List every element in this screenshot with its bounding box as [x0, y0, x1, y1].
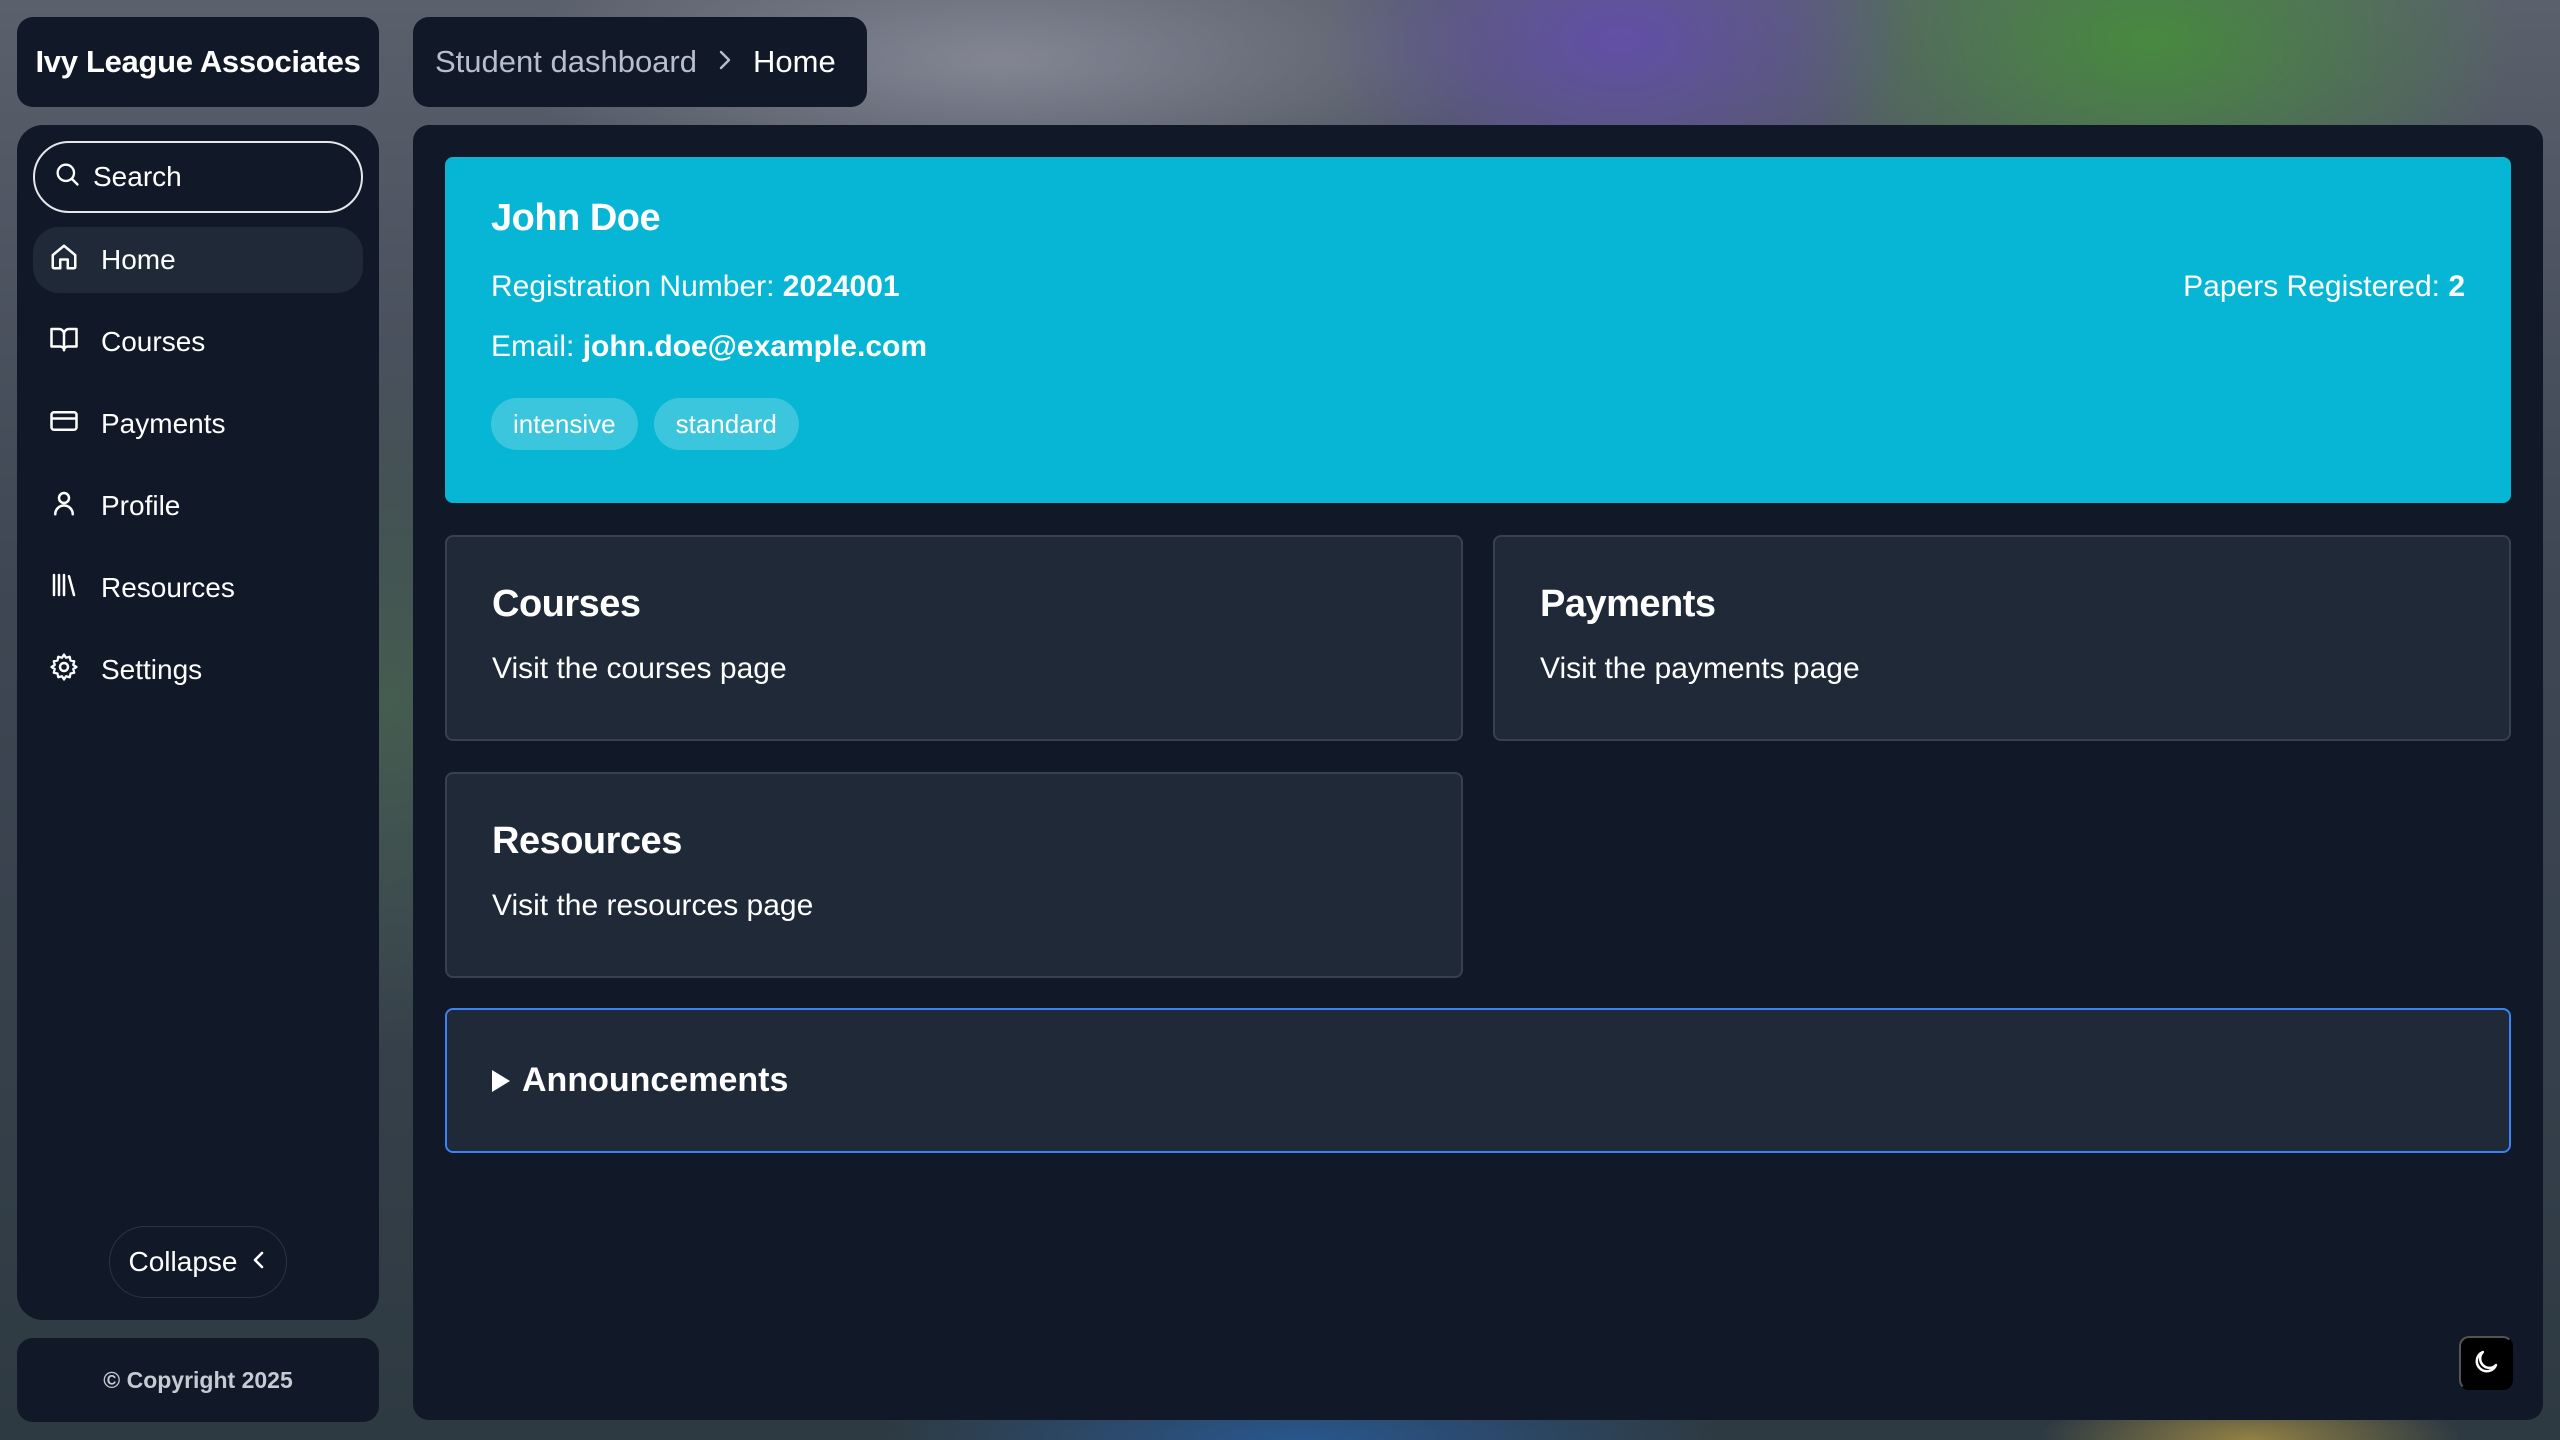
- breadcrumb-current: Home: [753, 44, 836, 79]
- sidebar-item-label: Profile: [101, 490, 181, 521]
- registration-number: 2024001: [782, 270, 900, 303]
- courses-card[interactable]: Courses Visit the courses page: [445, 535, 1463, 741]
- disclosure-triangle-icon: [492, 1069, 510, 1092]
- main-content: John Doe Registration Number: 2024001 Em…: [413, 125, 2543, 1420]
- sidebar-item-settings[interactable]: Settings: [33, 637, 363, 703]
- sidebar-item-resources[interactable]: Resources: [33, 555, 363, 621]
- theme-toggle-button[interactable]: [2459, 1336, 2513, 1390]
- sidebar-item-payments[interactable]: Payments: [33, 391, 363, 457]
- user-icon: [49, 488, 79, 525]
- papers-count: 2: [2448, 270, 2465, 303]
- sidebar-item-label: Home: [101, 244, 176, 275]
- sidebar-item-label: Payments: [101, 408, 226, 439]
- search-icon: [53, 160, 81, 195]
- copyright-text: © Copyright 2025: [103, 1366, 293, 1393]
- brand-name: Ivy League Associates: [35, 44, 361, 79]
- student-name: John Doe: [491, 197, 661, 239]
- moon-icon: [2471, 1347, 2501, 1380]
- tag-list: intensive standard: [491, 398, 2465, 450]
- sidebar-nav: Home Courses Payments Profile Resources: [33, 227, 363, 703]
- sidebar-item-profile[interactable]: Profile: [33, 473, 363, 539]
- copyright-footer: © Copyright 2025: [17, 1338, 379, 1422]
- email-label: Email:: [491, 330, 575, 363]
- sidebar-item-home[interactable]: Home: [33, 227, 363, 293]
- registration-line: Registration Number: 2024001: [491, 270, 2465, 304]
- announcements-label: Announcements: [522, 1061, 789, 1099]
- registration-label: Registration Number:: [491, 270, 775, 303]
- announcements-toggle[interactable]: Announcements: [445, 1008, 2511, 1153]
- student-info-card: John Doe Registration Number: 2024001 Em…: [445, 157, 2511, 503]
- card-description: Visit the payments page: [1540, 652, 1860, 685]
- search-box[interactable]: [33, 141, 363, 213]
- email-value: john.doe@example.com: [582, 330, 928, 363]
- credit-card-icon: [49, 406, 79, 443]
- chevron-right-icon: [717, 47, 733, 78]
- library-icon: [49, 570, 79, 607]
- card-title: Payments: [1540, 583, 1716, 625]
- collapse-label: Collapse: [128, 1246, 238, 1277]
- card-title: Courses: [492, 583, 641, 625]
- resources-card[interactable]: Resources Visit the resources page: [445, 772, 1463, 978]
- brand-logo[interactable]: Ivy League Associates: [17, 17, 379, 107]
- email-line: Email: john.doe@example.com: [491, 330, 2465, 364]
- papers-label: Papers Registered:: [2183, 270, 2440, 303]
- payments-card[interactable]: Payments Visit the payments page: [1493, 535, 2511, 741]
- search-input[interactable]: [93, 161, 333, 193]
- book-open-icon: [49, 324, 79, 361]
- breadcrumb: Student dashboard Home: [413, 17, 867, 107]
- sidebar-item-label: Settings: [101, 654, 203, 685]
- card-title: Resources: [492, 820, 682, 862]
- collapse-button[interactable]: Collapse: [109, 1226, 287, 1298]
- card-description: Visit the resources page: [492, 889, 814, 922]
- home-icon: [49, 242, 79, 279]
- sidebar-item-label: Courses: [101, 326, 206, 357]
- tag-badge: intensive: [491, 398, 638, 450]
- sidebar-item-label: Resources: [101, 572, 235, 603]
- card-description: Visit the courses page: [492, 652, 787, 685]
- sidebar: Home Courses Payments Profile Resources: [17, 125, 379, 1320]
- papers-registered: Papers Registered: 2: [2183, 270, 2465, 304]
- breadcrumb-parent[interactable]: Student dashboard: [435, 44, 697, 80]
- tag-badge: standard: [653, 398, 799, 450]
- chevron-left-icon: [251, 1246, 267, 1278]
- sidebar-item-courses[interactable]: Courses: [33, 309, 363, 375]
- gear-icon: [49, 652, 79, 689]
